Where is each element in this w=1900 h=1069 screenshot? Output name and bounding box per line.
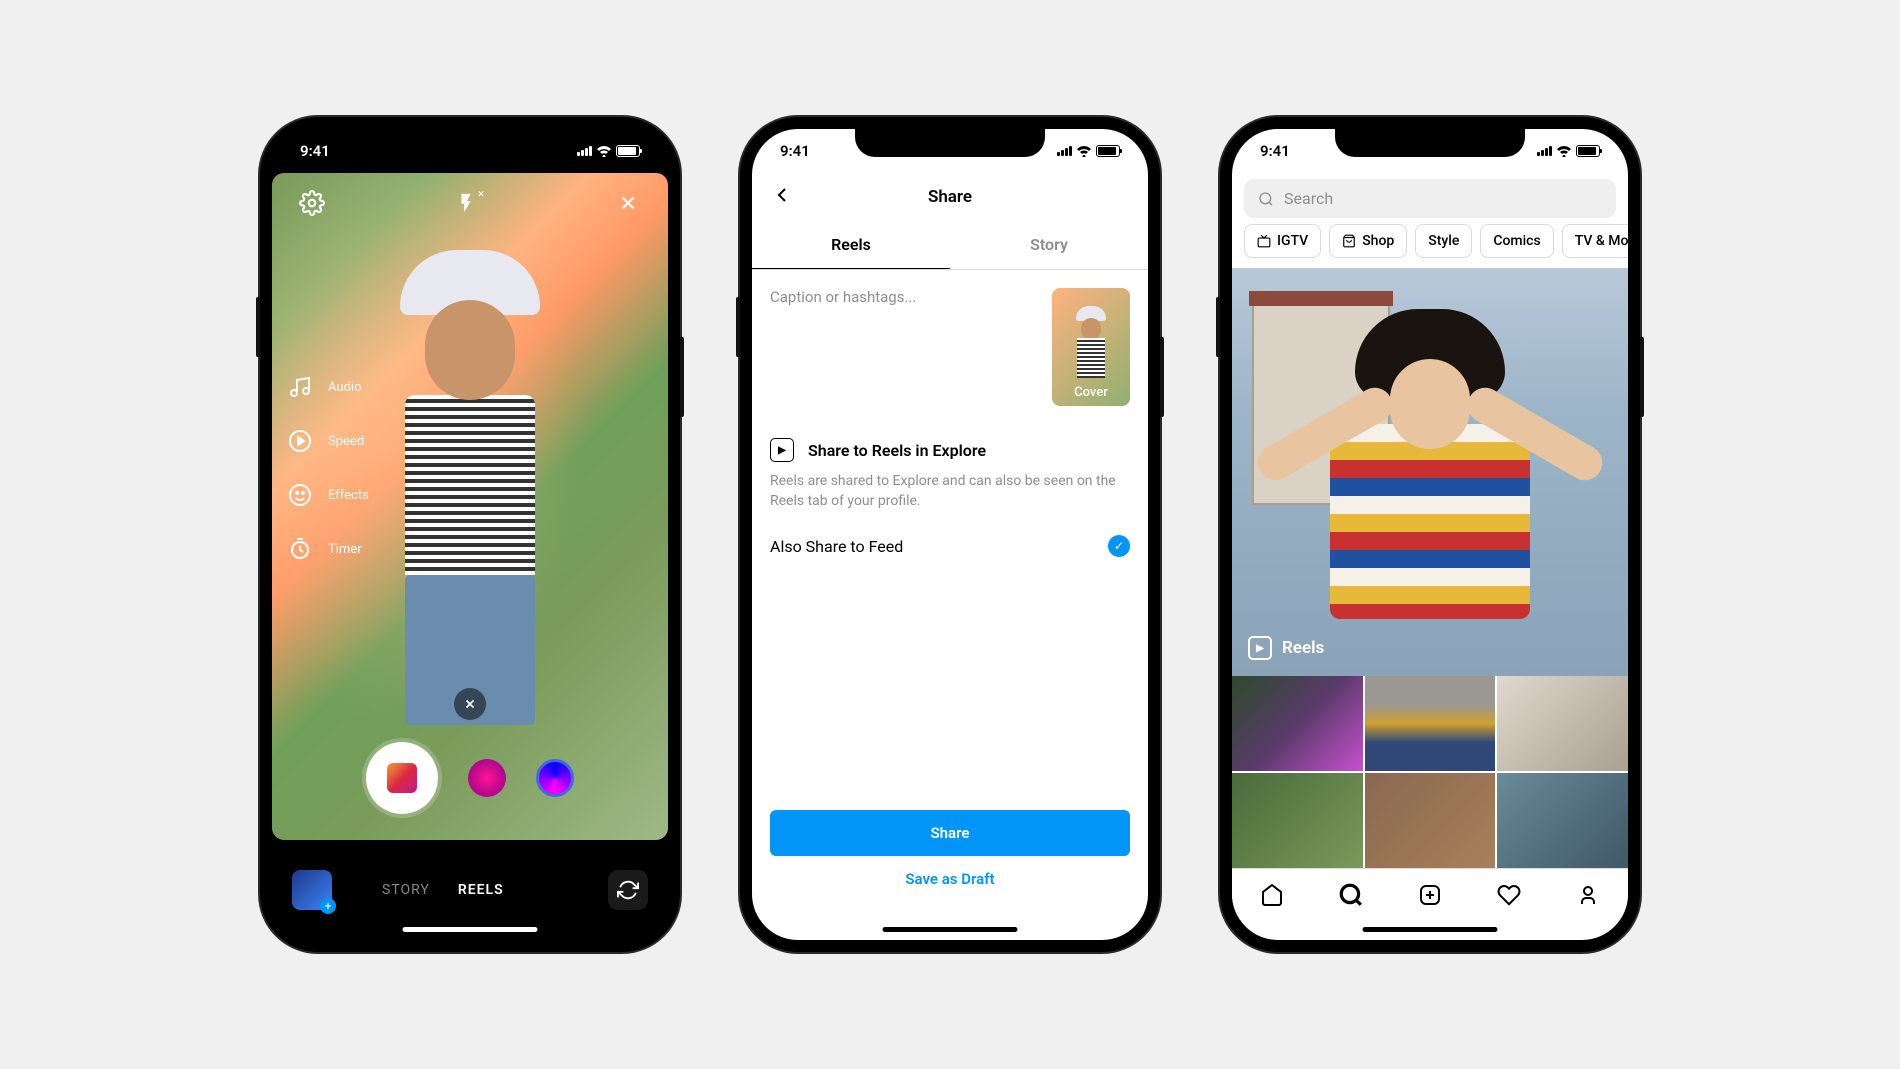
camera-viewport: ✕ Audio Speed <box>272 173 668 840</box>
status-time: 9:41 <box>300 142 330 160</box>
caption-input[interactable]: Caption or hashtags... <box>770 288 1040 406</box>
chip-igtv[interactable]: IGTV <box>1244 224 1321 258</box>
battery-icon <box>1096 145 1120 157</box>
chip-style[interactable]: Style <box>1415 224 1472 258</box>
speed-icon <box>286 427 314 455</box>
explore-hero-reel[interactable]: ▶ Reels <box>1232 268 1628 676</box>
notch <box>1335 129 1525 157</box>
notch <box>855 129 1045 157</box>
share-header: Share <box>752 173 1148 221</box>
share-explore-desc: Reels are shared to Explore and can also… <box>770 472 1130 511</box>
chip-comics[interactable]: Comics <box>1480 224 1553 258</box>
status-time: 9:41 <box>780 142 810 160</box>
home-indicator <box>883 927 1018 932</box>
effect-option-2[interactable] <box>536 759 574 797</box>
status-time: 9:41 <box>1260 142 1290 160</box>
phone-explore: 9:41 Search IGTV Shop <box>1220 117 1640 952</box>
timer-icon <box>286 535 314 563</box>
record-button[interactable] <box>366 742 438 814</box>
reels-badge: ▶ Reels <box>1248 636 1324 660</box>
heart-icon[interactable] <box>1496 882 1522 908</box>
reels-icon: ▶ <box>1248 636 1272 660</box>
reels-icon: ▶ <box>770 438 794 462</box>
effect-option-1[interactable] <box>468 759 506 797</box>
explore-grid <box>1232 676 1628 868</box>
tv-icon <box>1257 234 1271 248</box>
grid-tile[interactable] <box>1497 773 1628 868</box>
cover-label: Cover <box>1074 385 1108 406</box>
share-button[interactable]: Share <box>770 810 1130 856</box>
phones-container: 9:41 <box>240 97 1660 972</box>
reels-icon <box>387 763 417 793</box>
chip-tv-movie[interactable]: TV & Movie <box>1562 224 1628 258</box>
tab-story[interactable]: Story <box>950 221 1148 269</box>
page-title: Share <box>928 187 972 207</box>
search-icon <box>1258 191 1274 207</box>
phone-camera: 9:41 <box>260 117 680 952</box>
audio-tool[interactable]: Audio <box>286 373 369 401</box>
timer-tool[interactable]: Timer <box>286 535 369 563</box>
effects-icon <box>286 481 314 509</box>
speed-tool[interactable]: Speed <box>286 427 369 455</box>
cover-button[interactable]: Cover <box>1052 288 1130 406</box>
music-icon <box>286 373 314 401</box>
back-icon[interactable] <box>770 183 794 212</box>
flash-icon[interactable]: ✕ <box>454 187 486 219</box>
save-draft-button[interactable]: Save as Draft <box>770 856 1130 902</box>
chip-shop[interactable]: Shop <box>1329 224 1407 258</box>
category-chips: IGTV Shop Style Comics TV & Movie <box>1232 224 1628 268</box>
home-indicator <box>403 927 538 932</box>
search-input[interactable]: Search <box>1244 179 1616 218</box>
gallery-button[interactable] <box>292 870 332 910</box>
tab-reels[interactable]: REELS <box>458 882 504 898</box>
bag-icon <box>1342 234 1356 248</box>
profile-icon[interactable] <box>1575 882 1601 908</box>
grid-tile[interactable] <box>1365 676 1496 771</box>
wifi-icon <box>596 145 612 157</box>
battery-icon <box>1576 145 1600 157</box>
grid-tile[interactable] <box>1497 676 1628 771</box>
check-icon: ✓ <box>1108 535 1130 557</box>
tab-reels[interactable]: Reels <box>752 221 950 269</box>
signal-icon <box>1057 146 1072 156</box>
settings-icon[interactable] <box>296 187 328 219</box>
also-share-feed-toggle[interactable]: Also Share to Feed ✓ <box>770 535 1130 557</box>
battery-icon <box>616 145 640 157</box>
wifi-icon <box>1556 145 1572 157</box>
tab-story[interactable]: STORY <box>382 882 430 898</box>
notch <box>375 129 565 157</box>
grid-tile[interactable] <box>1232 676 1363 771</box>
search-icon[interactable] <box>1338 882 1364 908</box>
delete-clip-icon[interactable] <box>454 688 486 720</box>
close-icon[interactable] <box>612 187 644 219</box>
bottom-nav <box>1232 868 1628 920</box>
home-indicator <box>1363 927 1498 932</box>
signal-icon <box>577 146 592 156</box>
grid-tile[interactable] <box>1365 773 1496 868</box>
home-icon[interactable] <box>1259 882 1285 908</box>
signal-icon <box>1537 146 1552 156</box>
share-explore-title: ▶ Share to Reels in Explore <box>770 438 1130 462</box>
wifi-icon <box>1076 145 1092 157</box>
flip-camera-icon[interactable] <box>608 870 648 910</box>
grid-tile[interactable] <box>1232 773 1363 868</box>
create-icon[interactable] <box>1417 882 1443 908</box>
effects-tool[interactable]: Effects <box>286 481 369 509</box>
phone-share: 9:41 Share Reels Story Caption o <box>740 117 1160 952</box>
